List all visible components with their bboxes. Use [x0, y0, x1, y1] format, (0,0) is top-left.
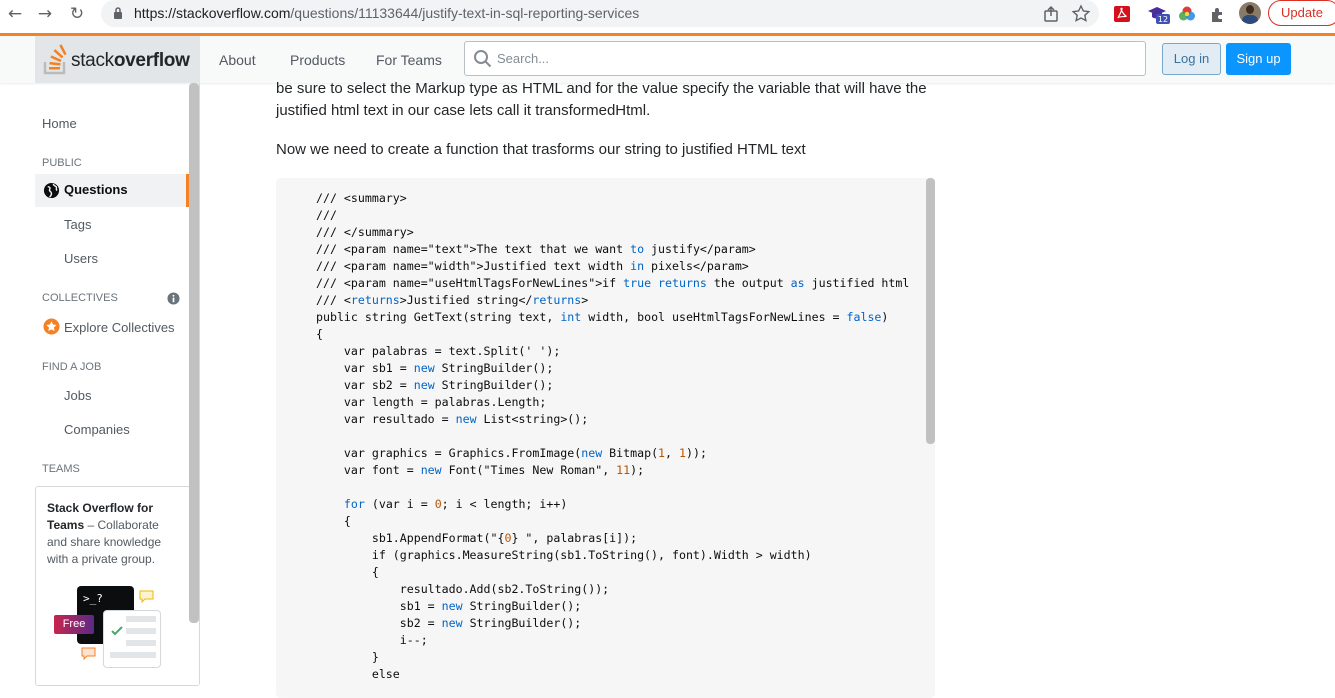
- info-icon[interactable]: [167, 292, 180, 305]
- checklist-illustration: [103, 610, 161, 668]
- code-line: sb2 = new StringBuilder();: [316, 616, 582, 630]
- sidebar-section-public: PUBLIC: [42, 157, 82, 169]
- reload-icon[interactable]: ↻: [66, 3, 88, 25]
- url-text: https://stackoverflow.com/questions/1113…: [134, 5, 640, 21]
- teams-promo-text: Stack Overflow for Teams – Collaborate a…: [47, 501, 162, 566]
- code-line: else: [316, 667, 400, 681]
- sidebar-item-companies[interactable]: Companies: [64, 422, 130, 437]
- sidebar-scrollbar[interactable]: [189, 83, 199, 623]
- code-line: var palabras = text.Split(' ');: [316, 344, 561, 358]
- update-button[interactable]: Update: [1268, 0, 1335, 26]
- globe-icon: [43, 182, 60, 199]
- chat-bubble-orange-icon: [81, 647, 96, 660]
- sidebar-section-teams: TEAMS: [42, 463, 80, 475]
- code-line: /// <summary>: [316, 191, 407, 205]
- code-scrollbar[interactable]: [926, 178, 935, 444]
- login-button[interactable]: Log in: [1162, 43, 1221, 75]
- nav-products[interactable]: Products: [290, 52, 345, 68]
- code-line: /// </summary>: [316, 225, 414, 239]
- code-line: i--;: [316, 633, 428, 647]
- check-icon: [111, 626, 123, 636]
- code-line: sb1.AppendFormat("{0} ", palabras[i]);: [316, 531, 638, 545]
- lock-icon: [114, 7, 122, 19]
- answer-paragraph-2: Now we need to create a function that tr…: [276, 141, 806, 158]
- extensions-puzzle-icon[interactable]: [1208, 4, 1228, 24]
- code-lines: /// <summary> /// /// </summary> /// <param…: [316, 190, 909, 683]
- code-line: {: [316, 514, 351, 528]
- code-line: /// <param name="text">The text that we …: [316, 242, 756, 256]
- sidebar-section-find-job: FIND A JOB: [42, 361, 102, 373]
- forward-icon[interactable]: →: [34, 3, 56, 25]
- graduation-extension-icon[interactable]: 12: [1146, 4, 1172, 24]
- address-bar[interactable]: https://stackoverflow.com/questions/1113…: [101, 0, 1099, 27]
- code-line: resultado.Add(sb2.ToString());: [316, 582, 610, 596]
- search-input[interactable]: Search...: [464, 41, 1146, 76]
- teams-promo-card[interactable]: Stack Overflow for Teams – Collaborate a…: [35, 486, 200, 686]
- sidebar-item-questions-label: Questions: [64, 182, 128, 197]
- code-line: }: [316, 650, 379, 664]
- code-line: if (graphics.MeasureString(sb1.ToString(…: [316, 548, 812, 562]
- free-badge: Free: [54, 615, 94, 634]
- code-line: var sb1 = new StringBuilder();: [316, 361, 554, 375]
- sidebar-item-tags[interactable]: Tags: [64, 217, 91, 232]
- sidebar-item-explore-collectives[interactable]: Explore Collectives: [64, 320, 175, 335]
- profile-avatar[interactable]: [1239, 2, 1261, 24]
- left-sidebar: Home PUBLIC Questions Tags Users COLLECT…: [0, 83, 200, 686]
- svg-text:12: 12: [1158, 15, 1168, 24]
- answer-paragraph-1: be sure to select the Markup type as HTM…: [276, 80, 927, 119]
- nav-about[interactable]: About: [219, 52, 256, 68]
- site-header: stackoverflow About Products For Teams S…: [0, 33, 1335, 83]
- code-line: var font = new Font("Times New Roman", 1…: [316, 463, 645, 477]
- collectives-star-icon: [43, 318, 60, 335]
- code-line: var length = palabras.Length;: [316, 395, 547, 409]
- code-line: /// <returns>Justified string</returns>: [316, 293, 589, 307]
- sidebar-item-home[interactable]: Home: [42, 116, 77, 131]
- sidebar-item-jobs[interactable]: Jobs: [64, 388, 91, 403]
- pdf-extension-icon[interactable]: [1112, 4, 1132, 24]
- site-logo[interactable]: stackoverflow: [35, 36, 200, 83]
- browser-toolbar: ← → ↻ https://stackoverflow.com/question…: [0, 0, 1335, 30]
- search-placeholder: Search...: [497, 51, 550, 66]
- code-line: var sb2 = new StringBuilder();: [316, 378, 554, 392]
- code-block: /// <summary> /// /// </summary> /// <param…: [276, 178, 935, 698]
- code-line: var graphics = Graphics.FromImage(new Bi…: [316, 446, 707, 460]
- code-line: {: [316, 565, 379, 579]
- code-line: public string GetText(string text, int w…: [316, 310, 889, 324]
- code-line: var resultado = new List<string>();: [316, 412, 589, 426]
- color-wheel-extension-icon[interactable]: [1177, 4, 1197, 24]
- code-line: {: [316, 327, 323, 341]
- code-line: sb1 = new StringBuilder();: [316, 599, 582, 613]
- sidebar-item-users[interactable]: Users: [64, 251, 98, 266]
- sidebar-section-collectives: COLLECTIVES: [42, 292, 118, 304]
- share-icon[interactable]: [1041, 4, 1061, 24]
- nav-for-teams[interactable]: For Teams: [376, 52, 442, 68]
- chat-bubble-yellow-icon: [139, 590, 154, 603]
- search-icon: [474, 50, 492, 68]
- code-line: for (var i = 0; i < length; i++): [343, 497, 568, 511]
- logo-wordmark: stackoverflow: [71, 50, 190, 71]
- signup-button[interactable]: Sign up: [1226, 43, 1291, 75]
- back-icon[interactable]: ←: [4, 3, 26, 25]
- code-line: /// <param name="width">Justified text w…: [316, 259, 749, 273]
- bookmark-star-icon[interactable]: [1071, 4, 1091, 24]
- code-line: /// <param name="useHtmlTagsForNewLines"…: [316, 276, 910, 290]
- stackoverflow-logo-icon: [43, 44, 67, 75]
- code-line: ///: [316, 208, 337, 222]
- sidebar-item-questions[interactable]: Questions: [35, 174, 189, 207]
